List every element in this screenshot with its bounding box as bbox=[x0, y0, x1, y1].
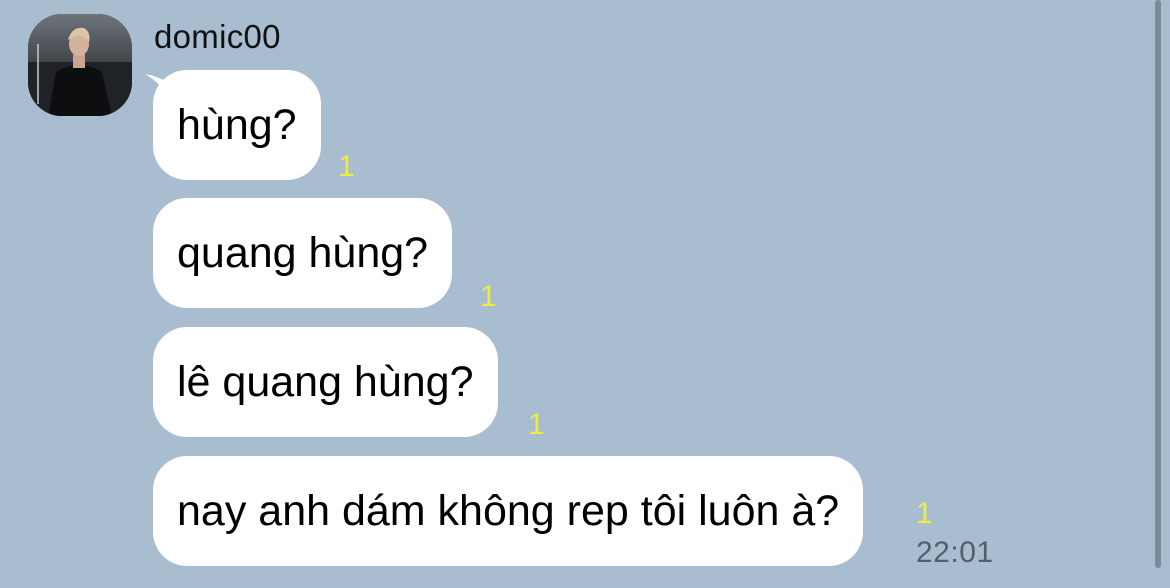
message-bubble[interactable]: hùng? bbox=[153, 70, 321, 180]
unread-count: 1 bbox=[916, 497, 933, 530]
avatar[interactable] bbox=[28, 14, 132, 116]
message-timestamp: 22:01 bbox=[916, 536, 994, 569]
message-bubble[interactable]: nay anh dám không rep tôi luôn à? bbox=[153, 456, 864, 566]
unread-count: 1 bbox=[480, 280, 497, 313]
profile-photo-icon bbox=[28, 14, 132, 116]
message-bubble[interactable]: quang hùng? bbox=[153, 198, 453, 308]
message-text: quang hùng? bbox=[177, 228, 429, 277]
message-text: hùng? bbox=[177, 100, 297, 149]
sender-name: domic00 bbox=[154, 18, 281, 55]
unread-count: 1 bbox=[338, 150, 355, 183]
message-bubble[interactable]: lê quang hùng? bbox=[153, 327, 498, 437]
message-text: nay anh dám không rep tôi luôn à? bbox=[177, 486, 840, 535]
message-text: lê quang hùng? bbox=[177, 357, 474, 406]
unread-count: 1 bbox=[528, 408, 545, 441]
scrollbar[interactable] bbox=[1155, 0, 1161, 568]
